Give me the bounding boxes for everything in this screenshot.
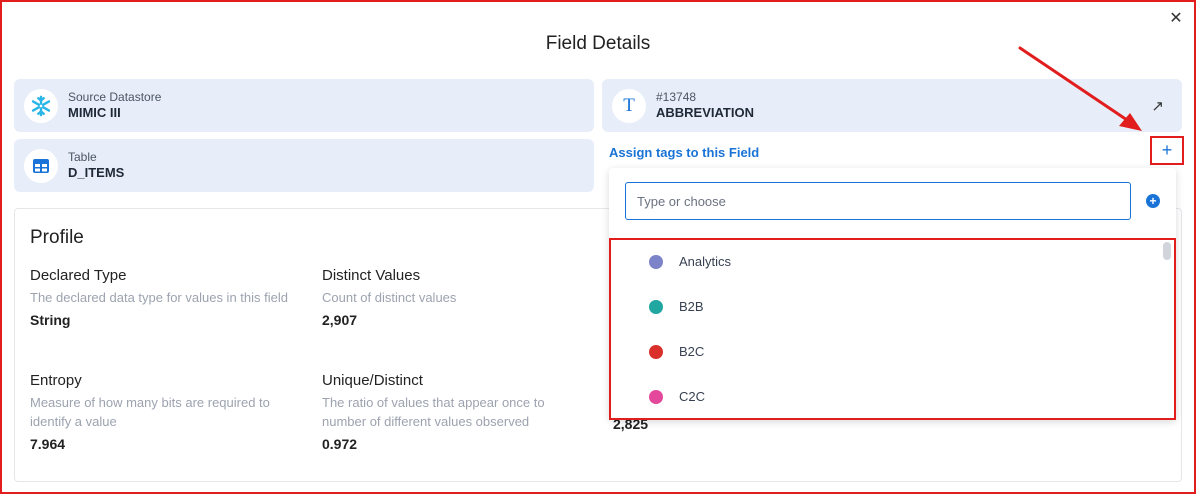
metric-value: 0.972 bbox=[322, 436, 358, 452]
profile-heading: Profile bbox=[30, 227, 84, 248]
metric-name: Entropy bbox=[30, 372, 82, 389]
metric-value: 2,907 bbox=[322, 312, 358, 328]
table-icon bbox=[24, 148, 58, 183]
metric-description: The declared data type for values in thi… bbox=[30, 290, 288, 305]
metric-value: String bbox=[30, 312, 71, 328]
metric-declared-type: Declared Type The declared data type for… bbox=[30, 267, 300, 328]
table-card[interactable]: Table D_ITEMS bbox=[14, 139, 594, 192]
tag-color-dot bbox=[649, 254, 663, 269]
table-value: D_ITEMS bbox=[68, 164, 125, 180]
tag-dropdown: + Analytics B2B B2C C2C bbox=[609, 168, 1176, 420]
external-link-icon[interactable]: ↗ bbox=[1151, 97, 1164, 115]
assign-tags-link[interactable]: Assign tags to this Field bbox=[609, 145, 759, 160]
tag-option-c2c[interactable]: C2C bbox=[649, 389, 705, 404]
tag-option-label: Analytics bbox=[679, 254, 732, 269]
metric-name: Unique/Distinct bbox=[322, 372, 423, 389]
tag-search-input[interactable] bbox=[625, 182, 1131, 220]
field-card[interactable]: T #13748 ABBREVIATION ↗ bbox=[602, 79, 1182, 132]
text-type-icon: T bbox=[612, 88, 646, 123]
add-circle-icon[interactable]: + bbox=[1146, 194, 1160, 208]
close-icon[interactable]: ✕ bbox=[1168, 11, 1184, 27]
tag-option-label: B2B bbox=[679, 299, 704, 314]
metric-entropy: Entropy Measure of how many bits are req… bbox=[30, 372, 300, 452]
metric-value: 7.964 bbox=[30, 436, 66, 452]
table-label: Table bbox=[68, 149, 97, 164]
tag-option-label: B2C bbox=[679, 344, 705, 359]
tag-option-b2c[interactable]: B2C bbox=[649, 344, 704, 359]
tag-option-label: C2C bbox=[679, 389, 706, 404]
add-tag-button[interactable]: + bbox=[1150, 136, 1184, 165]
metric-description: The ratio of values that appear once to … bbox=[322, 395, 545, 429]
metric-unique-distinct: Unique/Distinct The ratio of values that… bbox=[322, 372, 592, 452]
metric-description: Measure of how many bits are required to… bbox=[30, 395, 270, 429]
scrollbar-thumb[interactable] bbox=[1163, 242, 1171, 260]
tag-color-dot bbox=[649, 344, 663, 359]
tag-options-list: Analytics B2B B2C C2C bbox=[609, 238, 1176, 420]
tag-color-dot bbox=[649, 299, 663, 314]
metric-name: Distinct Values bbox=[322, 267, 421, 284]
field-id-label: #13748 bbox=[656, 89, 697, 104]
source-datastore-value: MIMIC III bbox=[68, 104, 121, 120]
tag-option-analytics[interactable]: Analytics bbox=[649, 254, 731, 269]
dialog-title: Field Details bbox=[545, 33, 651, 54]
tag-option-b2b[interactable]: B2B bbox=[649, 299, 704, 314]
source-datastore-label: Source Datastore bbox=[68, 89, 162, 104]
snowflake-icon bbox=[24, 88, 58, 123]
metric-description: Count of distinct values bbox=[322, 290, 457, 305]
field-name-value: ABBREVIATION bbox=[656, 104, 754, 120]
tag-color-dot bbox=[649, 389, 663, 404]
metric-distinct-values: Distinct Values Count of distinct values… bbox=[322, 267, 592, 328]
metric-name: Declared Type bbox=[30, 267, 127, 284]
source-datastore-card[interactable]: Source Datastore MIMIC III bbox=[14, 79, 594, 132]
